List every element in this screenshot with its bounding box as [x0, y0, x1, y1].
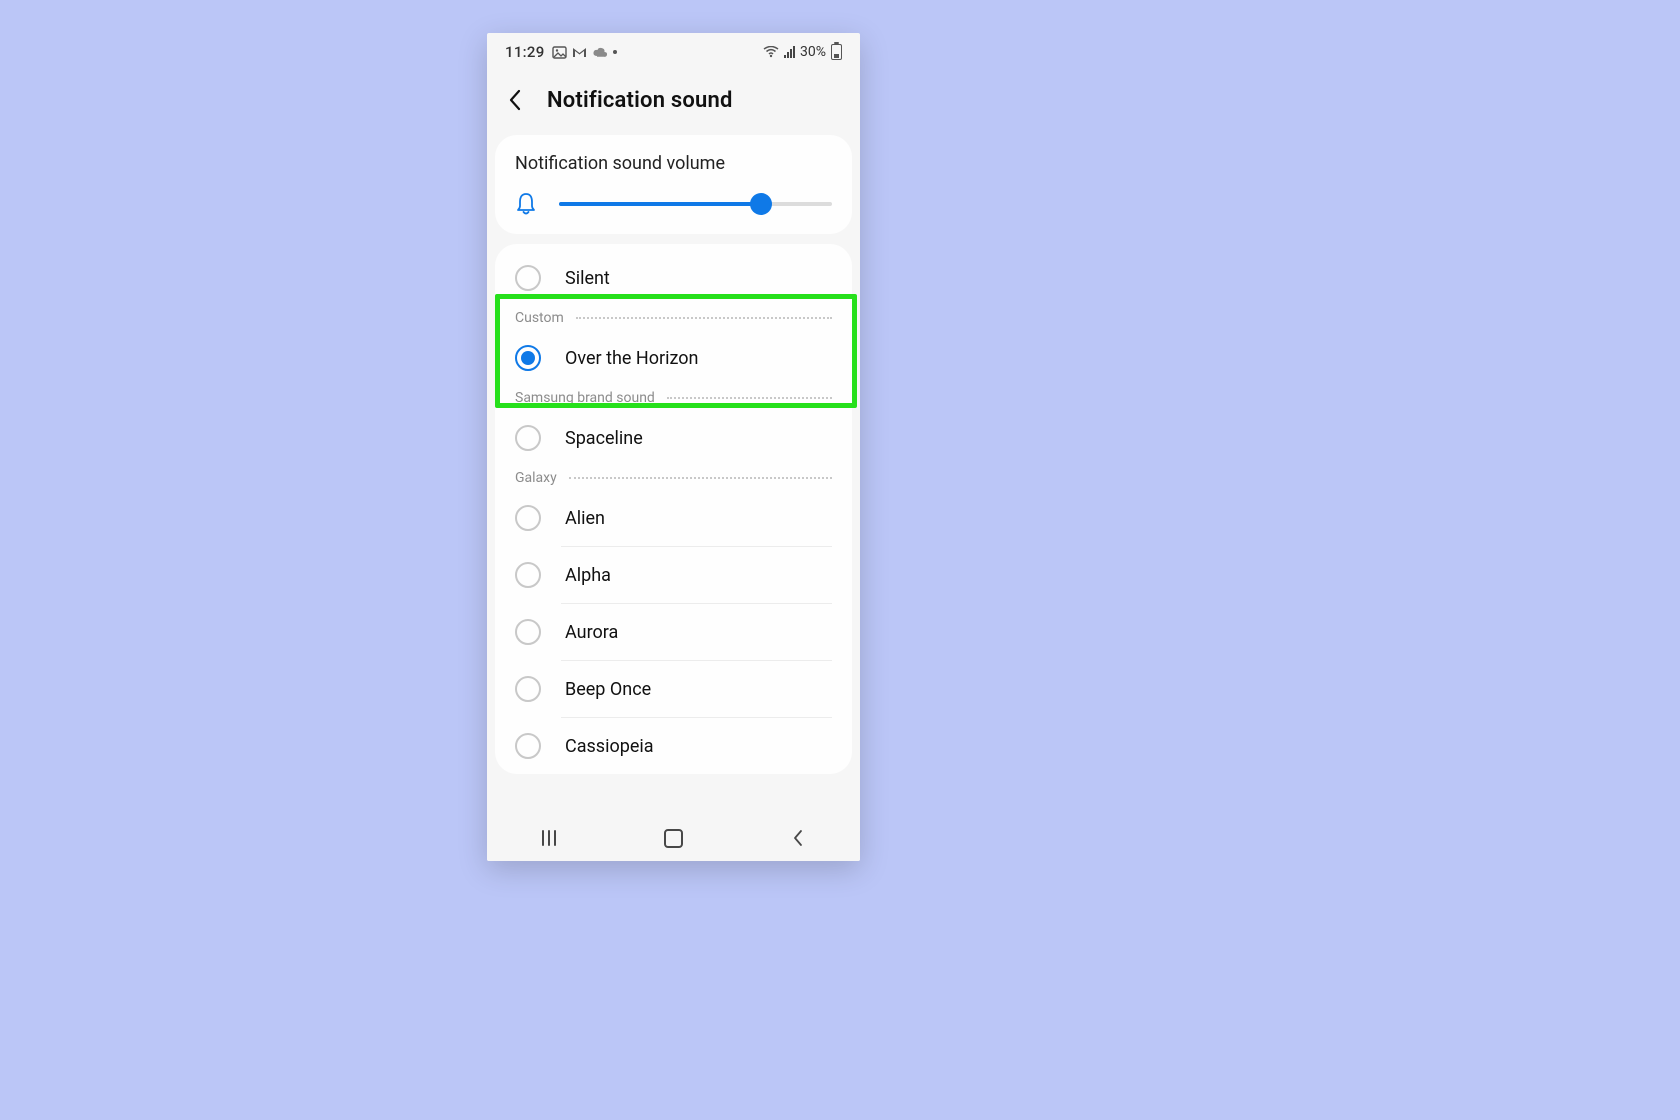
status-notif-icons	[552, 46, 617, 59]
section-header-custom: Custom	[495, 306, 852, 330]
slider-thumb[interactable]	[750, 193, 772, 215]
chevron-left-icon	[792, 829, 804, 847]
wifi-icon	[763, 46, 779, 58]
section-divider-dots	[667, 397, 832, 399]
app-header: Notification sound	[487, 71, 860, 129]
radio-unchecked-icon	[515, 562, 541, 588]
sound-option-cassiopeia[interactable]: Cassiopeia	[495, 718, 852, 774]
volume-slider[interactable]	[559, 196, 832, 212]
page-title: Notification sound	[547, 88, 733, 113]
sound-option-label: Beep Once	[565, 679, 651, 700]
radio-unchecked-icon	[515, 265, 541, 291]
radio-unchecked-icon	[515, 733, 541, 759]
status-right: 30%	[763, 44, 842, 60]
section-divider-dots	[569, 477, 832, 479]
section-header-samsung: Samsung brand sound	[495, 386, 852, 410]
battery-percent: 30%	[800, 44, 826, 60]
home-icon	[664, 829, 683, 848]
section-label: Custom	[515, 310, 564, 326]
gmail-icon	[572, 47, 587, 58]
phone-frame: 11:29 30%	[487, 33, 860, 861]
radio-checked-icon	[515, 345, 541, 371]
status-bar: 11:29 30%	[487, 33, 860, 71]
sound-option-label: Silent	[565, 268, 610, 289]
image-icon	[552, 46, 567, 59]
sound-list-card: Silent Custom Over the Horizon Samsung b…	[495, 244, 852, 774]
section-divider-dots	[576, 317, 832, 319]
cloud-icon	[592, 47, 608, 58]
battery-icon	[831, 44, 842, 60]
section-label: Galaxy	[515, 470, 557, 486]
signal-icon	[784, 46, 795, 58]
sound-option-beep-once[interactable]: Beep Once	[495, 661, 852, 717]
sound-option-label: Aurora	[565, 622, 618, 643]
radio-unchecked-icon	[515, 619, 541, 645]
radio-unchecked-icon	[515, 505, 541, 531]
sound-option-label: Spaceline	[565, 428, 643, 449]
more-notifications-dot-icon	[613, 50, 617, 54]
volume-label: Notification sound volume	[515, 153, 832, 174]
back-button[interactable]	[499, 84, 531, 116]
section-label: Samsung brand sound	[515, 390, 655, 406]
sound-option-alien[interactable]: Alien	[495, 490, 852, 546]
sound-option-label: Alpha	[565, 565, 611, 586]
sound-option-silent[interactable]: Silent	[495, 250, 852, 306]
section-header-galaxy: Galaxy	[495, 466, 852, 490]
nav-recents-button[interactable]	[519, 822, 579, 854]
sound-option-spaceline[interactable]: Spaceline	[495, 410, 852, 466]
radio-unchecked-icon	[515, 425, 541, 451]
sound-option-label: Alien	[565, 508, 605, 529]
sound-option-aurora[interactable]: Aurora	[495, 604, 852, 660]
nav-back-button[interactable]	[768, 822, 828, 854]
nav-home-button[interactable]	[643, 822, 703, 854]
android-nav-bar	[487, 815, 860, 861]
status-time: 11:29	[505, 43, 545, 61]
bell-icon	[515, 192, 537, 216]
slider-track-fill	[559, 202, 761, 206]
recents-icon	[542, 830, 556, 846]
chevron-left-icon	[508, 89, 522, 111]
sound-option-alpha[interactable]: Alpha	[495, 547, 852, 603]
volume-card: Notification sound volume	[495, 135, 852, 234]
sound-option-over-the-horizon[interactable]: Over the Horizon	[495, 330, 852, 386]
radio-unchecked-icon	[515, 676, 541, 702]
sound-option-label: Over the Horizon	[565, 348, 699, 369]
sound-option-label: Cassiopeia	[565, 736, 654, 757]
status-left: 11:29	[505, 43, 617, 61]
